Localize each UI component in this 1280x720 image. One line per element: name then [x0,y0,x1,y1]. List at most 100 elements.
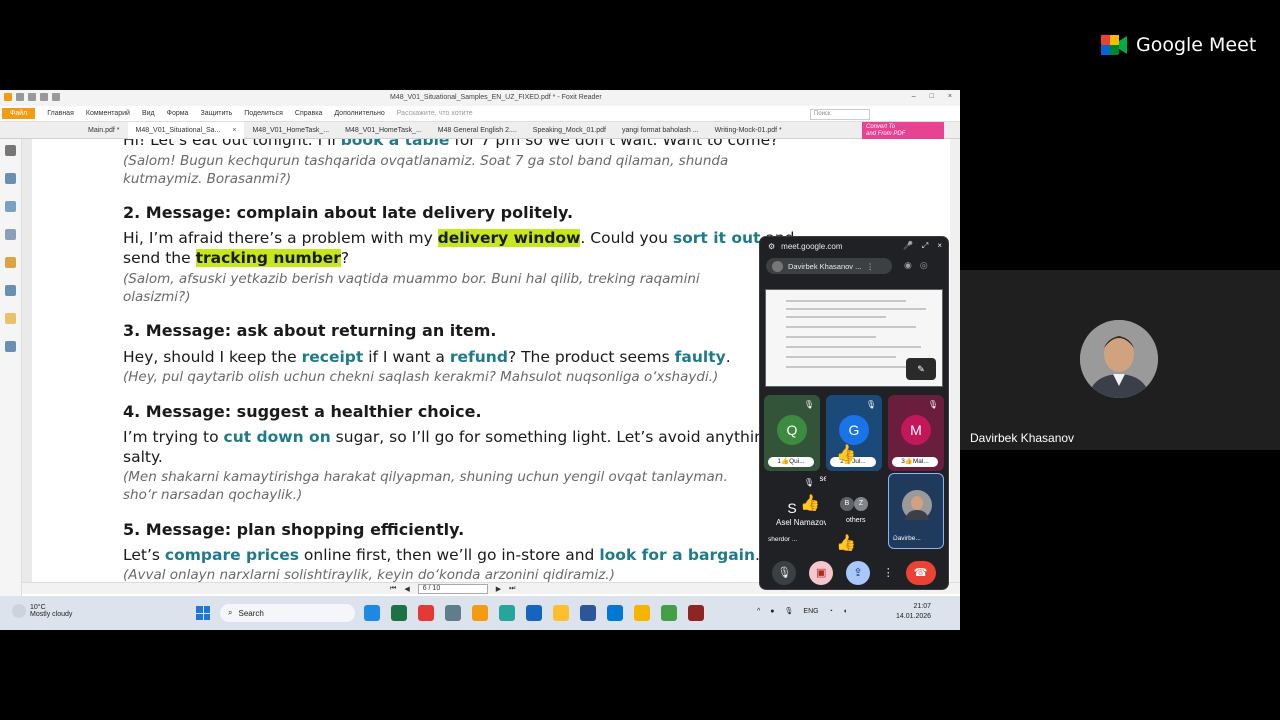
page-gutter [22,139,32,582]
mic-off-icon[interactable]: 🎙 [772,561,797,585]
save-icon[interactable] [16,93,24,101]
first-page-icon[interactable]: ⏮ [390,585,396,593]
presenter-name: Davirbek Khasanov [970,431,1075,445]
weather-desc: Mostly cloudy [30,611,73,618]
chrome-icon[interactable] [553,605,569,621]
foxit-icon[interactable] [472,605,488,621]
tray-mic-icon[interactable]: 🎙 [785,607,794,615]
undo-icon[interactable] [40,93,48,101]
print-icon[interactable] [28,93,36,101]
doc-line: Hi! Let’s eat out tonight. I’ll book a t… [123,139,779,149]
close-icon[interactable]: × [948,93,952,100]
more-icon[interactable]: ⋮ [883,561,894,585]
pip-url: meet.google.com [781,241,843,251]
maximize-icon[interactable]: □ [930,93,934,100]
snipping-icon[interactable] [526,605,542,621]
foxit-title-bar: M48_V01_Situational_Samples_EN_UZ_FIXED.… [0,90,960,106]
volume-icon[interactable]: ◖ [843,608,847,615]
menu-extra[interactable]: Дополнительно [334,110,384,117]
tray-app-icon[interactable]: ● [770,608,774,615]
avatar [1080,320,1158,398]
attachment-icon[interactable] [5,285,16,296]
comments-icon[interactable] [5,257,16,268]
tab-close-icon[interactable]: × [232,127,236,134]
menu-protect[interactable]: Защитить [200,110,232,117]
redo-icon[interactable] [52,93,60,101]
signature-icon[interactable] [5,341,16,352]
calculator-icon[interactable] [445,605,461,621]
menu-home[interactable]: Главная [47,110,74,117]
menu-comment[interactable]: Комментарий [86,110,130,117]
tab-hometask-2[interactable]: M48_V01_HomeTask_... [337,122,430,139]
avatar [772,260,783,272]
security-icon[interactable] [5,313,16,324]
presenter-chip[interactable]: Davirbek Khasanov ... ⋮ [766,258,892,274]
tell-me-input[interactable]: Расскажите, что хотите [397,110,473,117]
chevron-up-icon[interactable]: ^ [757,608,760,615]
tab-writing-mock[interactable]: Writing-Mock-01.pdf * [707,122,790,139]
start-button[interactable] [196,606,210,620]
app-icon[interactable] [499,605,515,621]
menu-file[interactable]: Файл [2,108,36,119]
mic-icon[interactable]: 🎤 [903,241,913,251]
avatar-photo [1080,320,1158,398]
layers-icon[interactable] [5,229,16,240]
participant-tile[interactable]: 🎙 Q 1👍Qui... [764,395,820,471]
meet-pip-window[interactable]: ⚙ meet.google.com 🎤 ⤢ × Davirbek Khasanov … [760,237,948,589]
vertical-scrollbar[interactable] [950,139,960,582]
participant-tile[interactable]: 🎙 M 3👍Mal... [888,395,944,471]
camera-off-icon[interactable]: ▣ [809,561,834,585]
prev-page-icon[interactable]: ◀ [404,585,409,593]
menu-share[interactable]: Поделиться [244,110,283,117]
window-controls[interactable]: – □ × [912,93,952,100]
tab-speaking-mock[interactable]: Speaking_Mock_01.pdf [525,122,614,139]
back-to-tab-icon[interactable]: ⤢ [922,241,928,251]
hangup-icon[interactable]: ☎ [905,561,936,585]
wifi-icon[interactable]: ◔ [829,608,833,615]
minimize-icon[interactable]: – [912,93,916,100]
thumb-line [786,346,921,348]
tab-hometask-1[interactable]: M48_V01_HomeTask_... [244,122,337,139]
vscode-icon[interactable] [607,605,623,621]
pip-title-bar: ⚙ meet.google.com 🎤 ⤢ × [760,237,948,255]
page-number-input[interactable]: 6 / 10 [417,584,488,594]
settings-icon[interactable]: ⚙ [768,242,775,251]
tab-yangi-format[interactable]: yangi format baholash ... [614,122,707,139]
participant-initial: G [839,415,869,445]
menu-form[interactable]: Форма [167,110,189,117]
youtube-icon[interactable] [418,605,434,621]
file-explorer-icon[interactable] [634,605,650,621]
excel-icon[interactable] [391,605,407,621]
last-page-icon[interactable]: ⏭ [509,585,515,593]
present-icon[interactable]: ⇪ [845,561,870,585]
tab-main[interactable]: Main.pdf * [80,122,128,139]
bookmark-icon[interactable] [5,201,16,212]
collapse-icon[interactable] [5,145,16,156]
tab-general-english[interactable]: M48 General English 2.... [430,122,525,139]
taskbar-search[interactable]: ⌕ Search [220,604,355,622]
menu-view[interactable]: Вид [142,110,155,117]
brand-name: Google Meet [1136,34,1257,56]
tab-situational-active[interactable]: M48_V01_Situational_Sa... × [127,121,245,139]
close-icon[interactable]: × [937,241,942,251]
language-indicator[interactable]: ENG [803,608,818,615]
annotate-icon[interactable]: ✎ [906,358,936,380]
chrome-alt-icon[interactable] [661,605,677,621]
next-page-icon[interactable]: ▶ [496,585,501,593]
self-tile[interactable]: Davirbe... [888,473,944,549]
shared-screen: M48_V01_Situational_Samples_EN_UZ_FIXED.… [0,90,960,630]
doc-line: I’m trying to cut down on sugar, so I’ll… [123,428,804,446]
clock[interactable]: 21:07 14.01.2026 [896,602,931,622]
participant-initial: Q [777,415,807,445]
more-icon[interactable]: ⋮ [866,262,874,271]
convert-pdf-banner[interactable]: Convert To and From PDF [862,122,944,139]
quick-access-toolbar[interactable] [4,93,60,101]
menu-help[interactable]: Справка [295,110,322,117]
word-icon[interactable] [580,605,596,621]
winrar-icon[interactable] [688,605,704,621]
pages-icon[interactable] [5,173,16,184]
edge-icon[interactable] [364,605,380,621]
participant-label: Davirbe... [893,535,921,542]
weather-widget[interactable]: 10°C Mostly cloudy [12,604,72,618]
search-input[interactable]: Поиск [810,109,870,120]
